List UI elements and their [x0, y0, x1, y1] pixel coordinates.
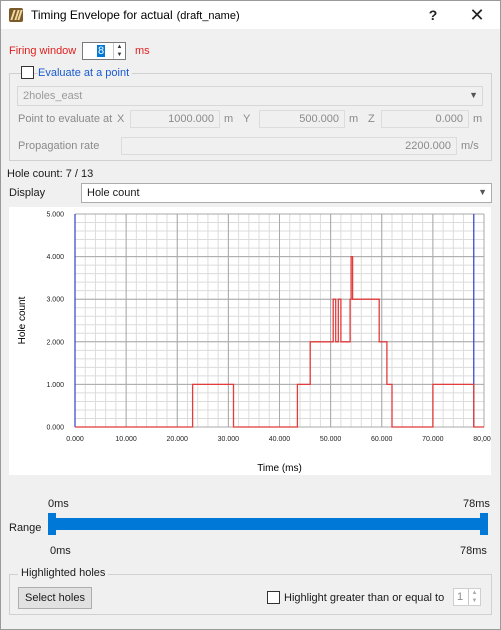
- help-icon[interactable]: ?: [419, 4, 447, 26]
- app-icon: [9, 8, 23, 22]
- x-tick-label: 50.000: [320, 436, 342, 443]
- range-top-max: 78ms: [463, 498, 490, 510]
- spin-up-icon[interactable]: ▲: [114, 43, 125, 51]
- hole-count-label: Hole count: 7 / 13: [7, 168, 94, 180]
- range-high-handle[interactable]: [480, 513, 488, 535]
- window-title-text: Timing Envelope for actual: [31, 8, 173, 22]
- z-label: Z: [368, 113, 375, 125]
- propagation-unit: m/s: [461, 140, 479, 152]
- y-tick-label: 1.000: [46, 382, 64, 389]
- propagation-label: Propagation rate: [18, 140, 100, 152]
- x-tick-label: 80,000: [473, 436, 491, 443]
- z-value: 0.000: [435, 113, 463, 125]
- y-tick-label: 5.000: [46, 212, 64, 219]
- firing-window-unit: ms: [135, 45, 150, 57]
- y-tick-label: 4.000: [46, 254, 64, 261]
- spin-arrows[interactable]: ▲ ▼: [113, 43, 125, 59]
- range-top-min: 0ms: [48, 498, 69, 510]
- range-label: Range: [9, 522, 42, 534]
- x-tick-label: 40.000: [269, 436, 291, 443]
- x-field: 1000.000: [130, 110, 220, 128]
- chevron-down-icon[interactable]: ▼: [478, 187, 487, 197]
- x-tick-label: 20.000: [167, 436, 189, 443]
- y-field: 500.000: [259, 110, 345, 128]
- highlight-label[interactable]: Highlight greater than or equal to: [284, 592, 444, 604]
- spin-up-icon: ▲: [471, 590, 478, 596]
- display-label: Display: [9, 187, 46, 199]
- x-tick-label: 10.000: [115, 436, 137, 443]
- title-bar: Timing Envelope for actual (draft_name) ?…: [1, 1, 500, 29]
- chevron-down-icon: ▼: [469, 90, 478, 100]
- x-label: X: [117, 113, 125, 125]
- spin-arrows: ▲ ▼: [468, 589, 480, 605]
- y-tick-label: 0.000: [46, 425, 64, 432]
- window-title: Timing Envelope for actual (draft_name): [31, 8, 240, 22]
- propagation-field: 2200.000: [121, 137, 457, 155]
- select-holes-button[interactable]: Select holes: [18, 587, 92, 609]
- z-field: 0.000: [381, 110, 469, 128]
- chart-area: 0.000 10.000 20.000 30.000 40.000 50.000 60.00…: [9, 207, 495, 475]
- y-unit: m: [349, 113, 359, 125]
- display-combo[interactable]: Hole count ▼: [81, 183, 492, 203]
- close-icon[interactable]: ✕: [463, 4, 491, 26]
- firing-window-label: Firing window: [9, 45, 77, 57]
- range-bottom-min: 0ms: [50, 545, 71, 557]
- spin-down-icon: ▼: [471, 598, 478, 604]
- x-tick-label: 0.000: [66, 436, 84, 443]
- x-unit: m: [224, 113, 234, 125]
- display-value[interactable]: Hole count: [87, 187, 140, 199]
- hole-count-chart: 0.000 10.000 20.000 30.000 40.000 50.000 60.00…: [17, 212, 495, 475]
- y-value: 500.000: [299, 113, 339, 125]
- firing-window-value[interactable]: 8: [97, 45, 106, 57]
- point-label: Point to evaluate at: [18, 113, 113, 125]
- x-tick-label: 60.000: [371, 436, 393, 443]
- highlighted-holes-label: Highlighted holes: [18, 567, 109, 579]
- y-tick-label: 3.000: [46, 297, 64, 304]
- x-value: 1000.000: [168, 113, 214, 125]
- x-tick-label: 70.000: [422, 436, 444, 443]
- z-unit: m: [473, 113, 483, 125]
- spin-down-icon[interactable]: ▼: [114, 51, 125, 59]
- evaluate-checkbox-label[interactable]: Evaluate at a point: [38, 67, 133, 79]
- highlight-threshold-spinbox: 1 ▲ ▼: [453, 588, 481, 606]
- range-low-handle[interactable]: [48, 513, 56, 535]
- y-tick-label: 2.000: [46, 339, 64, 346]
- hole-select-combo: 2holes_east ▼: [17, 86, 483, 106]
- x-tick-label: 30.000: [218, 436, 240, 443]
- y-axis-label: Hole count: [17, 296, 28, 344]
- range-bottom-max: 78ms: [460, 545, 487, 557]
- timing-envelope-dialog: Timing Envelope for actual (draft_name) ?…: [0, 0, 501, 630]
- range-slider-track[interactable]: [48, 518, 488, 530]
- y-label: Y: [243, 113, 251, 125]
- evaluate-checkbox[interactable]: [21, 66, 34, 79]
- highlight-threshold-value: 1: [457, 591, 464, 603]
- firing-window-spinbox[interactable]: 8 ▲ ▼: [82, 42, 126, 60]
- propagation-value: 2200.000: [405, 140, 451, 152]
- x-axis-label: Time (ms): [257, 463, 302, 474]
- highlight-checkbox[interactable]: [267, 591, 280, 604]
- window-subtitle: (draft_name): [176, 10, 240, 22]
- hole-select-value: 2holes_east: [23, 90, 83, 102]
